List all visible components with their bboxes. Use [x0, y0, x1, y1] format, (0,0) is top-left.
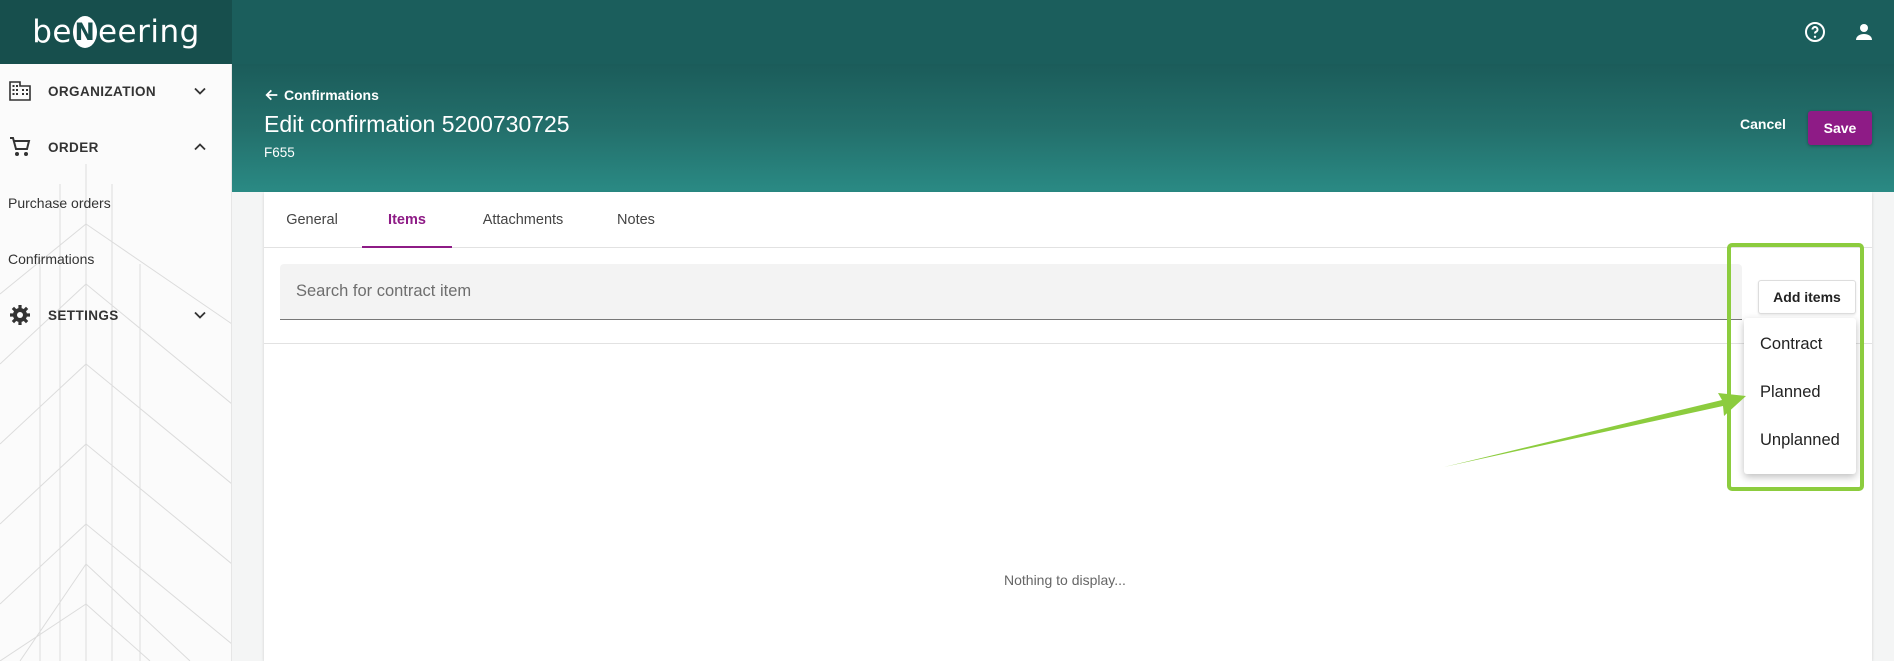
tab-bar: General Items Attachments Notes	[264, 192, 1872, 248]
sidebar: ORGANIZATION ORDER Purchase orders Confi…	[0, 64, 232, 661]
cancel-button[interactable]: Cancel	[1740, 116, 1786, 132]
page-subtitle: F655	[264, 145, 295, 160]
sidebar-item-settings[interactable]: SETTINGS	[0, 295, 231, 335]
annotation-highlight-box	[1727, 243, 1864, 491]
empty-state-text: Nothing to display...	[1004, 572, 1126, 588]
tab-notes[interactable]: Notes	[594, 192, 678, 248]
sidebar-item-organization[interactable]: ORGANIZATION	[0, 71, 231, 111]
logo-prefix: be	[32, 14, 72, 50]
tab-items[interactable]: Items	[362, 192, 452, 248]
logo-text: be Neering	[32, 14, 200, 50]
sidebar-item-purchase-orders[interactable]: Purchase orders	[8, 195, 111, 211]
tab-general[interactable]: General	[264, 192, 360, 248]
gear-icon	[10, 305, 30, 325]
building-icon	[9, 81, 31, 101]
sidebar-item-order[interactable]: ORDER	[0, 127, 231, 167]
page-title: Edit confirmation 5200730725	[264, 111, 570, 137]
sidebar-item-label: ORGANIZATION	[48, 83, 157, 99]
chevron-down-icon	[194, 311, 206, 319]
arrow-left-icon	[265, 89, 278, 101]
sidebar-item-label: ORDER	[48, 139, 99, 155]
help-circle-icon[interactable]	[1803, 20, 1827, 44]
account-icon[interactable]	[1852, 20, 1876, 44]
shopping-cart-icon	[10, 137, 31, 156]
search-input[interactable]	[280, 264, 1742, 319]
content-card: General Items Attachments Notes Nothing …	[264, 192, 1872, 661]
back-link[interactable]: Confirmations	[264, 87, 379, 103]
logo-mark: N	[72, 15, 97, 48]
search-field[interactable]	[280, 264, 1742, 320]
chevron-down-icon	[194, 87, 206, 95]
divider	[264, 343, 1872, 344]
logo-suffix: eering	[97, 14, 200, 50]
sidebar-item-label: SETTINGS	[48, 307, 119, 323]
chevron-up-icon	[194, 143, 206, 151]
back-link-label: Confirmations	[284, 87, 379, 103]
sidebar-item-confirmations[interactable]: Confirmations	[8, 251, 94, 267]
top-app-bar: be Neering	[0, 0, 1894, 64]
tab-attachments[interactable]: Attachments	[460, 192, 586, 248]
brand-logo[interactable]: be Neering	[0, 0, 232, 64]
save-button[interactable]: Save	[1808, 111, 1872, 145]
